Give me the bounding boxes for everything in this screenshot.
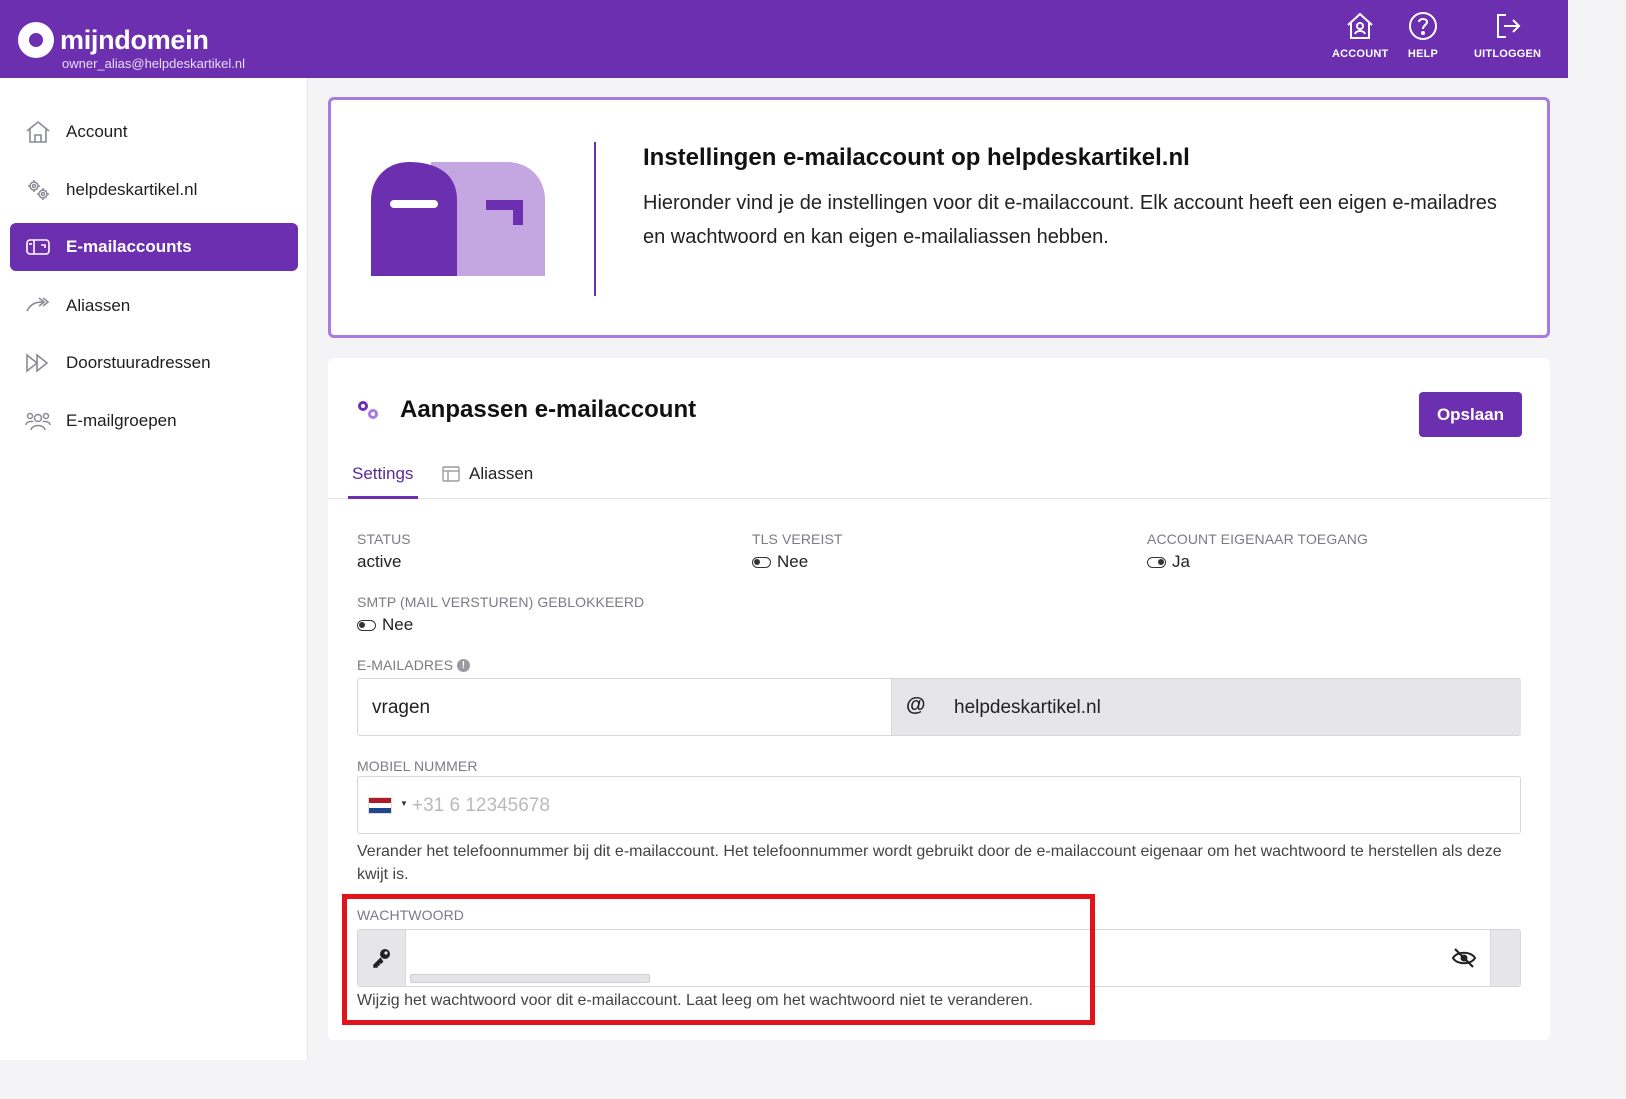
info-icon[interactable]: !	[457, 658, 471, 672]
email-domain-addon: @ helpdeskartikel.nl	[891, 679, 1521, 735]
top-bar: mijndomein owner_alias@helpdeskartikel.n…	[0, 0, 1568, 78]
smtp-blocked-label: SMTP (MAIL VERSTUREN) GEBLOKKEERD	[357, 594, 645, 610]
eye-slash-icon[interactable]	[1451, 947, 1477, 969]
mobile-input[interactable]: +31 6 12345678	[412, 795, 550, 817]
owner-access-label: ACCOUNT EIGENAAR TOEGANG	[1147, 531, 1368, 547]
card-title: Aanpassen e-mailaccount	[400, 396, 697, 423]
mailbox-illustration	[371, 162, 545, 276]
banner-title: Instellingen e-mailaccount op helpdeskar…	[643, 144, 1190, 171]
home-icon	[25, 119, 51, 145]
sidebar-item-forwarding[interactable]: Doorstuuradressen	[10, 339, 298, 387]
chevron-down-icon[interactable]: ▼	[400, 799, 408, 808]
mobile-help-text: Verander het telefoonnummer bij dit e-ma…	[357, 843, 1502, 883]
email-local-input[interactable]: vragen	[372, 697, 430, 719]
sidebar-item-label: Account	[66, 122, 128, 141]
nav-help-label: HELP	[1407, 48, 1439, 60]
toggle-off-icon	[357, 619, 376, 631]
email-label-row: E-MAILADRES !	[357, 657, 471, 673]
toggle-off-icon	[752, 556, 771, 568]
tab-aliases[interactable]: Aliassen	[442, 464, 533, 484]
tls-label: TLS VEREIST	[752, 531, 843, 547]
forward-arrow-icon	[25, 293, 51, 319]
nav-account-button[interactable]: ACCOUNT	[1332, 10, 1388, 60]
banner-divider	[594, 142, 596, 296]
at-sign: @	[906, 694, 926, 716]
email-field: vragen @ helpdeskartikel.nl	[357, 678, 1521, 736]
toggle-on-icon	[1147, 556, 1166, 568]
mobile-label: MOBIEL NUMMER	[357, 758, 478, 774]
nav-help-button[interactable]: HELP	[1407, 10, 1439, 60]
tls-value: Nee	[777, 552, 809, 571]
sidebar-item-label: Aliassen	[66, 296, 131, 315]
logged-in-user: owner_alias@helpdeskartikel.nl	[62, 56, 246, 71]
sidebar-item-email-accounts[interactable]: E-mailaccounts	[10, 223, 298, 271]
tab-settings[interactable]: Settings	[352, 464, 413, 484]
nav-logout-button[interactable]: UITLOGGEN	[1474, 10, 1541, 60]
logout-icon	[1496, 14, 1521, 38]
save-button[interactable]: Opslaan	[1419, 392, 1522, 437]
email-label: E-MAILADRES	[357, 657, 454, 673]
owner-access-toggle[interactable]: Ja	[1147, 552, 1190, 572]
settings-gears-icon	[25, 177, 51, 203]
highlight-box	[342, 894, 1095, 1025]
sidebar-item-email-groups[interactable]: E-mailgroepen	[10, 397, 298, 445]
tab-aliases-label: Aliassen	[469, 464, 534, 483]
sidebar-item-domain[interactable]: helpdeskartikel.nl	[10, 166, 298, 214]
smtp-blocked-value: Nee	[382, 615, 414, 634]
sidebar-item-label: Doorstuuradressen	[66, 353, 211, 372]
nav-account-label: ACCOUNT	[1332, 48, 1389, 60]
nav-logout-label: UITLOGGEN	[1474, 48, 1542, 60]
email-domain: helpdeskartikel.nl	[954, 697, 1101, 718]
sidebar: Account helpdeskartikel.nl E-mailaccount…	[0, 78, 308, 1060]
info-banner: Instellingen e-mailaccount op helpdeskar…	[328, 97, 1550, 338]
status-label: STATUS	[357, 531, 411, 547]
active-tab-indicator	[348, 496, 418, 499]
fast-forward-icon	[25, 350, 51, 376]
brand-logo-link[interactable]: mijndomein	[18, 22, 209, 58]
sidebar-item-account[interactable]: Account	[10, 108, 298, 156]
mailbox-icon	[25, 234, 51, 260]
brand-name: mijndomein	[60, 24, 209, 55]
home-user-icon	[1347, 12, 1373, 39]
sidebar-item-aliases[interactable]: Aliassen	[10, 282, 298, 330]
smtp-blocked-toggle[interactable]: Nee	[357, 615, 413, 635]
help-circle-icon	[1409, 12, 1437, 40]
tls-toggle[interactable]: Nee	[752, 552, 808, 572]
sidebar-item-label: E-mailgroepen	[66, 411, 177, 430]
users-group-icon	[25, 408, 51, 434]
mobile-field[interactable]: ▼ +31 6 12345678	[357, 776, 1521, 834]
sidebar-item-label: E-mailaccounts	[66, 237, 192, 256]
tab-bar: Settings Aliassen	[328, 456, 1550, 499]
settings-gears-icon	[358, 401, 378, 419]
logo-icon	[18, 22, 54, 58]
owner-access-value: Ja	[1172, 552, 1190, 571]
table-icon	[442, 466, 460, 482]
tab-settings-label: Settings	[352, 464, 414, 483]
nl-flag-icon[interactable]	[368, 797, 392, 814]
banner-description: Hieronder vind je de instellingen voor d…	[643, 192, 1497, 248]
status-value: active	[357, 552, 402, 571]
sidebar-item-label: helpdeskartikel.nl	[66, 180, 198, 199]
password-addon-right	[1490, 930, 1520, 986]
